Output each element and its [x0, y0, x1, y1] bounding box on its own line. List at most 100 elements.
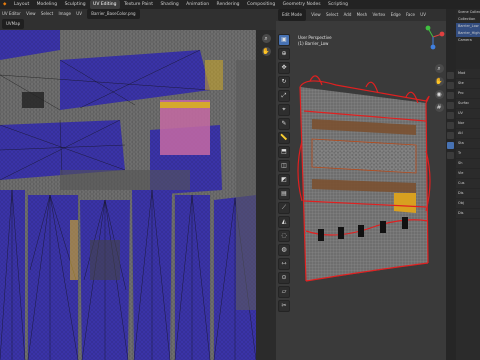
tab-shading[interactable]: Shading — [157, 0, 181, 9]
property-row[interactable]: Vie — [456, 169, 480, 179]
uv-canvas[interactable] — [0, 30, 256, 360]
property-row[interactable]: UV — [456, 109, 480, 119]
tab-uv-editing[interactable]: UV Editing — [90, 0, 120, 9]
knife-tool-icon[interactable]: ⟋ — [278, 202, 290, 214]
tab-rendering[interactable]: Rendering — [214, 0, 243, 9]
tab-modeling[interactable]: Modeling — [34, 0, 60, 9]
output-tab-icon[interactable] — [447, 92, 454, 99]
zoom-icon[interactable]: ⌕ — [434, 64, 444, 73]
camera-icon[interactable]: ◉ — [434, 90, 444, 99]
scale-tool-icon[interactable]: ⤢ — [278, 90, 290, 102]
uv-view-menu[interactable]: View — [26, 9, 36, 19]
pan-hand-icon[interactable]: ✋ — [261, 47, 271, 56]
property-row[interactable]: Sh — [456, 159, 480, 169]
property-row[interactable]: Obj — [456, 199, 480, 209]
outliner-row[interactable]: Barrier_High — [456, 30, 480, 37]
property-row[interactable]: Mod — [456, 69, 480, 79]
scene-tab-icon[interactable] — [447, 102, 454, 109]
tab-texture-paint[interactable]: Texture Paint — [121, 0, 156, 9]
uv-select-menu[interactable]: Select — [41, 9, 53, 19]
tab-geometry-nodes[interactable]: Geometry Nodes — [280, 0, 324, 9]
outliner-row[interactable]: Camera — [456, 37, 480, 44]
property-row[interactable]: Pro — [456, 89, 480, 99]
grid-icon[interactable]: # — [434, 103, 444, 112]
viewport-header: Edit Mode View Select Add Mesh Vertex Ed… — [276, 9, 448, 21]
vp-menu-vertex[interactable]: Vertex — [372, 9, 385, 21]
uv-editor-type[interactable]: UV Editor — [2, 9, 21, 19]
navigation-gizmo[interactable] — [420, 24, 446, 50]
vp-menu-face[interactable]: Face — [406, 9, 415, 21]
property-row[interactable]: Surfac — [456, 99, 480, 109]
image-name-field[interactable]: Barrier_BaseColor.png — [87, 9, 140, 19]
properties-panel: Mod Ste Pro Surfac UV Nor Atl Sta Tr Sh … — [456, 69, 480, 360]
poly-build-tool-icon[interactable]: ◭ — [278, 216, 290, 228]
outliner: Scene Collection Collection Barrier_Low … — [456, 9, 480, 69]
object-name-label: (1) Barrier_Low — [298, 41, 329, 46]
cursor-tool-icon[interactable]: ⊕ — [278, 48, 290, 60]
uvmap-field[interactable]: UVMap — [2, 19, 25, 29]
uv-editor-header: UV Editor View Select Image UV Barrier_B… — [0, 9, 276, 30]
object-tab-icon[interactable] — [447, 122, 454, 129]
bevel-tool-icon[interactable]: ◩ — [278, 174, 290, 186]
material-tab-icon[interactable] — [447, 152, 454, 159]
measure-tool-icon[interactable]: 📏 — [278, 132, 290, 144]
select-box-tool-icon[interactable]: ▣ — [278, 34, 290, 46]
rotate-tool-icon[interactable]: ↻ — [278, 76, 290, 88]
vp-menu-view[interactable]: View — [311, 9, 321, 21]
property-row[interactable]: Sta — [456, 139, 480, 149]
property-row[interactable]: Tr — [456, 149, 480, 159]
zoom-icon[interactable]: ⌕ — [261, 34, 271, 43]
uv-navigation-strip: ⌕ ✋ — [256, 30, 276, 360]
world-tab-icon[interactable] — [447, 112, 454, 119]
barrier-mesh-drawing — [297, 75, 431, 282]
property-row[interactable]: Ste — [456, 79, 480, 89]
tab-animation[interactable]: Animation — [183, 0, 212, 9]
shear-tool-icon[interactable]: ▱ — [278, 286, 290, 298]
uv-layout-drawing — [0, 30, 256, 360]
modifier-tab-icon[interactable] — [447, 132, 454, 139]
outliner-row[interactable]: Collection — [456, 16, 480, 23]
uv-image-menu[interactable]: Image — [58, 9, 71, 19]
edge-slide-tool-icon[interactable]: ⇿ — [278, 258, 290, 270]
3d-viewport[interactable]: User Perspective (1) Barrier_Low — [276, 21, 446, 360]
edit-mode-selector[interactable]: Edit Mode — [278, 9, 306, 21]
viewport-toolbar: ▣ ⊕ ✥ ↻ ⤢ ⌖ ✎ 📏 ⬒ ◫ ◩ ▤ ⟋ ◭ ◌ ◍ ⇿ ⊙ ▱ ✂ — [278, 34, 290, 314]
inset-tool-icon[interactable]: ◫ — [278, 160, 290, 172]
property-row[interactable]: Atl — [456, 129, 480, 139]
tool-tab-icon[interactable] — [447, 72, 454, 79]
smooth-tool-icon[interactable]: ◍ — [278, 244, 290, 256]
data-tab-icon[interactable] — [447, 142, 454, 149]
tab-compositing[interactable]: Compositing — [244, 0, 278, 9]
workspace-bar: ◆ Layout Modeling Sculpting UV Editing T… — [0, 0, 480, 9]
properties-tabs — [447, 72, 455, 162]
outliner-row[interactable]: Barrier_Low — [456, 23, 480, 30]
vp-menu-mesh[interactable]: Mesh — [357, 9, 368, 21]
outliner-row[interactable]: Scene Collection — [456, 9, 480, 16]
move-tool-icon[interactable]: ✥ — [278, 62, 290, 74]
vp-menu-uv[interactable]: UV — [420, 9, 426, 21]
uv-texture-pink-region — [160, 100, 210, 155]
render-tab-icon[interactable] — [447, 82, 454, 89]
blender-logo-icon[interactable]: ◆ — [0, 0, 9, 9]
vp-menu-add[interactable]: Add — [344, 9, 352, 21]
rip-tool-icon[interactable]: ✂ — [278, 300, 290, 312]
property-row[interactable]: Dis — [456, 209, 480, 219]
property-row[interactable]: Dis — [456, 189, 480, 199]
properties-tab-strip — [446, 9, 456, 360]
vp-menu-select[interactable]: Select — [326, 9, 338, 21]
spin-tool-icon[interactable]: ◌ — [278, 230, 290, 242]
annotate-tool-icon[interactable]: ✎ — [278, 118, 290, 130]
pan-hand-icon[interactable]: ✋ — [434, 77, 444, 86]
property-row[interactable]: Nor — [456, 119, 480, 129]
transform-tool-icon[interactable]: ⌖ — [278, 104, 290, 116]
uv-uv-menu[interactable]: UV — [76, 9, 82, 19]
loop-cut-tool-icon[interactable]: ▤ — [278, 188, 290, 200]
tab-sculpting[interactable]: Sculpting — [62, 0, 89, 9]
perspective-label: User Perspective — [298, 35, 332, 40]
property-row[interactable]: Cus — [456, 179, 480, 189]
vp-menu-edge[interactable]: Edge — [391, 9, 401, 21]
tab-scripting[interactable]: Scripting — [325, 0, 351, 9]
tab-layout[interactable]: Layout — [11, 0, 32, 9]
extrude-tool-icon[interactable]: ⬒ — [278, 146, 290, 158]
shrink-tool-icon[interactable]: ⊙ — [278, 272, 290, 284]
